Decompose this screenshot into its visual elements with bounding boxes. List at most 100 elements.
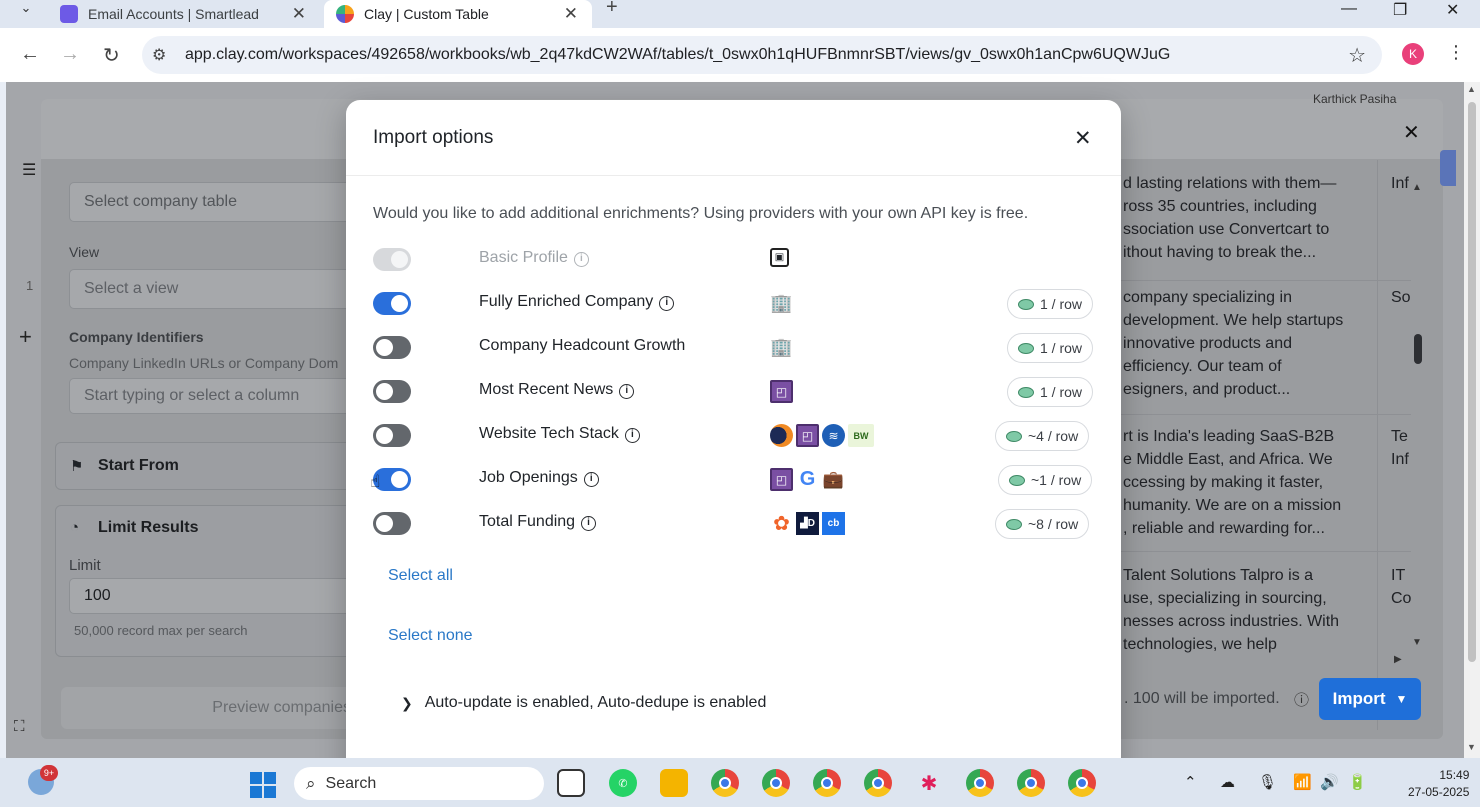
- close-tab-icon[interactable]: ✕: [564, 4, 578, 24]
- limit-hint: 50,000 record max per search: [74, 623, 248, 638]
- onedrive-icon[interactable]: ☁: [1220, 773, 1235, 791]
- microphone-icon[interactable]: 🎙: [1258, 773, 1277, 791]
- battery-icon[interactable]: 🔋: [1348, 773, 1367, 791]
- table-scroll-up-icon[interactable]: ▲: [1412, 182, 1422, 193]
- profile-avatar[interactable]: K: [1402, 43, 1424, 65]
- tab-title: Email Accounts | Smartlead: [88, 6, 259, 22]
- total-funding-toggle[interactable]: [373, 512, 411, 535]
- limit-input[interactable]: 100: [69, 578, 359, 614]
- credit-cost-badge: 1 / row: [1007, 333, 1094, 363]
- preview-companies-button[interactable]: Preview companies: [61, 687, 361, 729]
- info-icon[interactable]: i: [583, 472, 599, 487]
- chrome-profile-icon[interactable]: [762, 769, 790, 797]
- taskbar-search[interactable]: ⌕ Search: [294, 767, 544, 800]
- back-arrow-icon[interactable]: ←: [20, 43, 40, 66]
- select-all-link[interactable]: Select all: [388, 567, 453, 585]
- info-icon[interactable]: i: [659, 296, 675, 311]
- chrome-profile-icon[interactable]: [1068, 769, 1096, 797]
- select-none-link[interactable]: Select none: [388, 627, 473, 645]
- chrome-profile-icon[interactable]: [966, 769, 994, 797]
- page-scrollbar[interactable]: ▲ ▼: [1464, 82, 1480, 758]
- info-icon[interactable]: i: [573, 252, 589, 267]
- close-icon[interactable]: ✕: [1074, 126, 1092, 151]
- fully-enriched-company-toggle[interactable]: [373, 292, 411, 315]
- import-count-text: . 100 will be imported.: [1124, 690, 1280, 707]
- close-panel-icon[interactable]: ✕: [1403, 120, 1420, 145]
- table-cell-description: d lasting relations with them— ross 35 co…: [1123, 175, 1337, 261]
- url-text[interactable]: app.clay.com/workspaces/492658/workbooks…: [185, 46, 1170, 64]
- tab-clay[interactable]: Clay | Custom Table ✕: [324, 0, 592, 28]
- table-scrollbar-thumb[interactable]: [1414, 334, 1422, 364]
- browser-menu-icon[interactable]: ⋮: [1447, 42, 1465, 63]
- workflow-icon[interactable]: ⛶: [14, 718, 25, 735]
- chevron-down-icon: ▼: [1395, 692, 1408, 706]
- enrichment-row-job-openings: Job Openings i ◰ G 💼 ~1 / row: [346, 458, 1121, 502]
- wifi-icon[interactable]: 📶: [1293, 773, 1312, 791]
- tab-search-chevron-icon[interactable]: ⌄: [12, 0, 40, 24]
- new-tab-plus-icon[interactable]: +: [606, 0, 618, 17]
- start-from-label: Start From: [98, 457, 179, 474]
- table-icon[interactable]: ☰: [22, 160, 36, 180]
- reload-icon[interactable]: ↻: [103, 43, 120, 68]
- provider-icons: ◰ ≋ BW: [770, 424, 874, 447]
- chevron-up-icon[interactable]: ⌃: [1184, 773, 1197, 791]
- info-icon[interactable]: i: [624, 428, 640, 443]
- table-scroll-right-icon[interactable]: ▶: [1394, 654, 1402, 665]
- scroll-down-icon[interactable]: ▼: [1467, 742, 1476, 752]
- chrome-profile-icon[interactable]: [1017, 769, 1045, 797]
- info-icon[interactable]: i: [581, 516, 597, 531]
- info-icon[interactable]: ⓘ: [1294, 689, 1309, 710]
- clay-favicon-icon: [336, 5, 354, 23]
- forward-arrow-icon[interactable]: →: [60, 43, 80, 66]
- credit-coins-icon: [1006, 430, 1022, 442]
- company-table-select[interactable]: Select company table: [69, 182, 359, 222]
- slack-icon[interactable]: ✱: [915, 769, 943, 797]
- bookmark-star-icon[interactable]: ☆: [1348, 43, 1366, 68]
- user-name: Karthick Pasiha: [1313, 92, 1397, 106]
- whatsapp-icon[interactable]: ✆: [609, 769, 637, 797]
- enrichment-row-company-headcount-growth: Company Headcount Growth 🏢 1 / row: [346, 326, 1121, 370]
- wappalyzer-icon: ≋: [822, 424, 845, 447]
- page-scrollbar-thumb[interactable]: [1468, 102, 1476, 662]
- basic-profile-toggle[interactable]: [373, 248, 411, 271]
- enrichment-row-basic-profile: Basic Profile i ▣: [346, 238, 1121, 282]
- address-bar[interactable]: ⚙ app.clay.com/workspaces/492658/workboo…: [142, 36, 1382, 74]
- accent-chip: [1440, 150, 1456, 186]
- credit-coin-icon: [1018, 386, 1034, 398]
- credit-cost-badge: ~4 / row: [995, 421, 1090, 451]
- tab-smartlead[interactable]: Email Accounts | Smartlead ✕: [50, 0, 320, 28]
- import-button[interactable]: Import ▼: [1319, 678, 1421, 720]
- minimize-window-icon[interactable]: —: [1341, 0, 1357, 18]
- task-view-icon[interactable]: [557, 769, 585, 797]
- view-select[interactable]: Select a view: [69, 269, 359, 309]
- add-icon[interactable]: +: [19, 324, 32, 350]
- chrome-profile-icon[interactable]: [813, 769, 841, 797]
- close-window-icon[interactable]: ✕: [1446, 0, 1459, 20]
- enrichment-label: Basic Profile i: [479, 249, 589, 267]
- info-icon[interactable]: i: [619, 384, 635, 399]
- volume-icon[interactable]: 🔊: [1320, 773, 1339, 791]
- scroll-up-icon[interactable]: ▲: [1467, 84, 1476, 94]
- company-headcount-growth-toggle[interactable]: [373, 336, 411, 359]
- chrome-profile-icon[interactable]: [864, 769, 892, 797]
- enrichment-label: Most Recent News i: [479, 381, 635, 399]
- auto-update-settings-toggle[interactable]: ❯ Auto-update is enabled, Auto-dedupe is…: [401, 694, 766, 712]
- identifiers-column-input[interactable]: Start typing or select a column: [69, 378, 359, 414]
- enrichment-label: Job Openings i: [479, 469, 599, 487]
- enrichment-label: Total Funding i: [479, 513, 597, 531]
- clock[interactable]: 15:49 27-05-2025: [1408, 767, 1469, 801]
- enrichment-row-total-funding: Total Funding i ✿ ▟D cb ~8 / row: [346, 502, 1121, 546]
- windows-start-icon[interactable]: [250, 772, 276, 798]
- date-text: 27-05-2025: [1408, 785, 1470, 799]
- chrome-profile-icon[interactable]: [711, 769, 739, 797]
- site-settings-icon[interactable]: ⚙: [152, 45, 166, 65]
- start-from-card[interactable]: ⚑ Start From: [55, 442, 365, 490]
- windows-taskbar: 9+ ⌕ Search ✆ ✱ ⌃ ☁ 🎙 📶 🔊 🔋 15:49 27-05-…: [0, 758, 1480, 807]
- website-tech-stack-toggle[interactable]: [373, 424, 411, 447]
- table-scroll-down-icon[interactable]: ▼: [1412, 637, 1422, 648]
- file-explorer-icon[interactable]: [660, 769, 688, 797]
- chevron-right-icon: ❯: [401, 694, 413, 711]
- most-recent-news-toggle[interactable]: [373, 380, 411, 403]
- close-tab-icon[interactable]: ✕: [292, 4, 306, 24]
- restore-window-icon[interactable]: ❐: [1393, 0, 1407, 20]
